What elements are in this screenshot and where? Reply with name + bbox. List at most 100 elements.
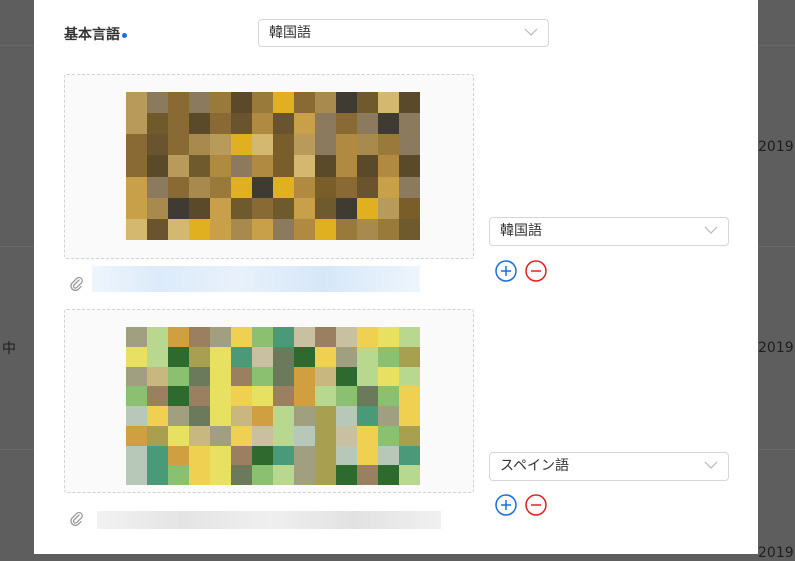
base-language-select-value: 韓国語 — [269, 25, 311, 41]
image-pixel — [147, 327, 168, 347]
image-pixel — [210, 425, 231, 446]
image-pixel — [231, 406, 252, 426]
image-preview — [126, 92, 420, 240]
image-pixel — [168, 366, 189, 387]
image-pixel — [273, 386, 294, 406]
image-pixel — [294, 92, 315, 114]
image-pixel — [273, 155, 294, 177]
image-pixel — [210, 218, 231, 240]
image-pixel — [231, 445, 252, 466]
image-pixel — [273, 134, 294, 156]
image-pixel — [294, 155, 315, 177]
image-pixel — [315, 327, 336, 347]
image-pixel — [252, 465, 273, 485]
image-upload-dropzone[interactable] — [64, 74, 474, 259]
image-pixel — [231, 366, 252, 387]
image-pixel — [399, 197, 420, 219]
chevron-down-icon — [524, 28, 538, 36]
image-pixel — [210, 366, 231, 387]
image-pixel — [399, 134, 420, 156]
attachment-icon — [70, 276, 83, 291]
image-pixel — [336, 134, 357, 156]
image-pixel — [294, 197, 315, 219]
image-pixel — [378, 218, 399, 240]
image-pixel — [252, 406, 273, 426]
image-pixel — [189, 406, 210, 426]
attachment-filename[interactable] — [92, 266, 420, 292]
base-language-select[interactable]: 韓国語 — [258, 19, 549, 47]
image-pixel — [315, 92, 336, 114]
image-pixel — [189, 176, 210, 198]
image-pixel — [168, 406, 189, 426]
image-pixel — [147, 134, 168, 156]
add-language-button[interactable] — [495, 494, 517, 516]
image-pixel — [252, 346, 273, 367]
image-pixel — [336, 113, 357, 135]
image-pixel — [168, 425, 189, 446]
image-pixel — [147, 176, 168, 198]
image-pixel — [294, 218, 315, 240]
image-pixel — [294, 366, 315, 387]
image-pixel — [399, 327, 420, 347]
image-pixel — [126, 113, 147, 135]
image-pixel — [210, 445, 231, 466]
image-pixel — [126, 406, 147, 426]
image-pixel — [357, 406, 378, 426]
attachment-filename[interactable] — [97, 511, 441, 529]
image-pixel — [126, 386, 147, 406]
image-pixel — [231, 346, 252, 367]
image-pixel — [210, 176, 231, 198]
attachment-icon — [70, 511, 83, 526]
image-pixel — [252, 134, 273, 156]
image-pixel — [189, 386, 210, 406]
image-pixel — [189, 465, 210, 485]
image-pixel — [168, 465, 189, 485]
image-pixel — [252, 155, 273, 177]
image-pixel — [231, 218, 252, 240]
image-upload-dropzone[interactable] — [64, 309, 474, 493]
background-date-text: 2019 — [758, 139, 794, 155]
remove-language-button[interactable] — [525, 494, 547, 516]
image-pixel — [189, 197, 210, 219]
image-pixel — [378, 465, 399, 485]
image-pixel — [168, 113, 189, 135]
item-language-select[interactable]: 韓国語 — [489, 217, 729, 246]
base-language-label: 基本言語 — [64, 24, 127, 44]
image-pixel — [210, 346, 231, 367]
image-pixel — [210, 386, 231, 406]
image-pixel — [378, 176, 399, 198]
image-pixel — [168, 155, 189, 177]
image-pixel — [189, 327, 210, 347]
add-language-button[interactable] — [495, 260, 517, 282]
image-pixel — [231, 327, 252, 347]
image-pixel — [399, 218, 420, 240]
image-pixel — [168, 197, 189, 219]
background-date-text: 2019 — [758, 340, 794, 356]
image-pixel — [315, 155, 336, 177]
image-pixel — [294, 465, 315, 485]
image-pixel — [147, 386, 168, 406]
image-pixel — [273, 406, 294, 426]
image-pixel — [399, 346, 420, 367]
image-pixel — [126, 155, 147, 177]
image-pixel — [336, 155, 357, 177]
image-pixel — [378, 197, 399, 219]
image-pixel — [399, 465, 420, 485]
image-pixel — [273, 176, 294, 198]
image-pixel — [126, 366, 147, 387]
image-pixel — [126, 346, 147, 367]
image-pixel — [294, 386, 315, 406]
image-pixel — [126, 327, 147, 347]
image-pixel — [210, 465, 231, 485]
image-pixel — [189, 366, 210, 387]
image-pixel — [168, 176, 189, 198]
image-pixel — [252, 218, 273, 240]
image-pixel — [273, 366, 294, 387]
image-pixel — [378, 346, 399, 367]
image-pixel — [168, 386, 189, 406]
remove-language-button[interactable] — [525, 260, 547, 282]
image-pixel — [357, 465, 378, 485]
image-pixel — [399, 445, 420, 466]
image-pixel — [336, 327, 357, 347]
item-language-select[interactable]: スペイン語 — [489, 452, 729, 481]
